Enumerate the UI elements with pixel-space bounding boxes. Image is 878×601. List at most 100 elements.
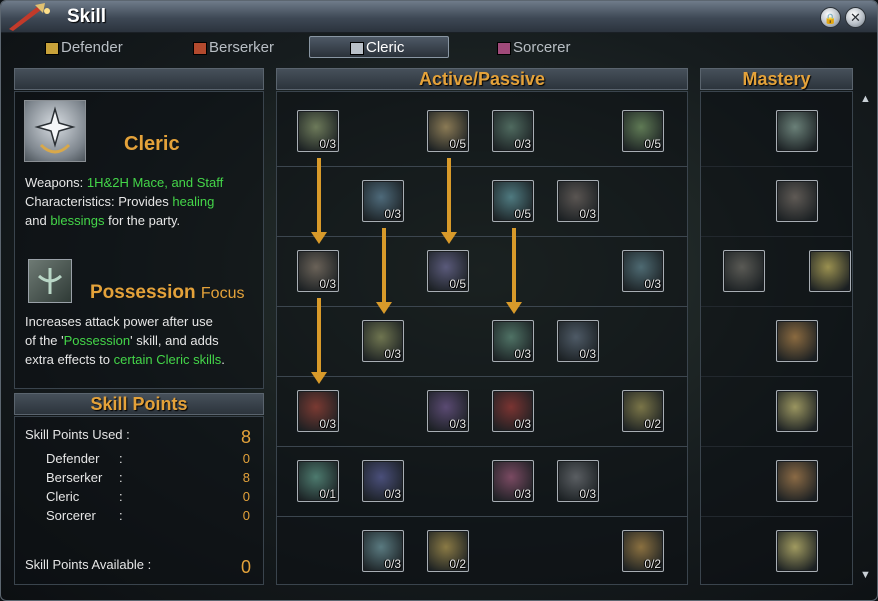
row-divider — [276, 166, 688, 167]
mastery-skill-slot[interactable] — [809, 250, 851, 292]
focus-line-1: Increases attack power after use — [25, 314, 213, 329]
and-text: and — [25, 213, 51, 228]
points-available-value: 0 — [240, 557, 251, 577]
skill-slot[interactable]: 0/3 — [557, 460, 599, 502]
weapons-value: 1H&2H Mace, and Staff — [86, 175, 224, 190]
focus-line-3-prefix: extra effects to — [25, 352, 114, 367]
prereq-arrow — [506, 228, 522, 314]
skill-slot[interactable]: 0/3 — [297, 390, 339, 432]
cleric-icon — [350, 42, 364, 55]
close-button[interactable]: ✕ — [845, 7, 866, 28]
tab-label: Sorcerer — [513, 39, 571, 56]
skill-slot[interactable]: 0/2 — [622, 390, 664, 432]
focus-title: Possession Focus — [90, 282, 244, 304]
points-available-label: Skill Points Available : — [25, 557, 152, 572]
skill-slot[interactable]: 0/3 — [362, 460, 404, 502]
row-divider — [276, 376, 688, 377]
skill-slot[interactable]: 0/2 — [622, 530, 664, 572]
sorcerer-points-sep: : — [119, 508, 123, 523]
skill-level-count: 0/5 — [449, 137, 466, 151]
defender-points-sep: : — [119, 451, 123, 466]
skill-level-count: 0/3 — [644, 277, 661, 291]
mastery-skill-slot[interactable] — [776, 390, 818, 432]
blessings-keyword: blessings — [50, 213, 105, 228]
mastery-skill-slot[interactable] — [776, 460, 818, 502]
skill-slot[interactable]: 0/5 — [427, 110, 469, 152]
lock-icon: 🔒 — [824, 14, 837, 25]
tab-cleric[interactable]: Cleric — [309, 36, 449, 58]
sorcerer-icon — [497, 42, 511, 55]
cleric-points-sep: : — [119, 489, 123, 504]
skill-level-count: 0/5 — [514, 207, 531, 221]
skill-level-count: 0/3 — [319, 417, 336, 431]
row-divider — [276, 446, 688, 447]
skill-slot[interactable]: 0/5 — [622, 110, 664, 152]
skill-slot[interactable]: 0/3 — [362, 180, 404, 222]
defender-points-value: 0 — [242, 451, 250, 466]
tab-label: Berserker — [209, 39, 275, 56]
skill-level-count: 0/3 — [319, 277, 336, 291]
skill-slot[interactable]: 0/3 — [492, 460, 534, 502]
mastery-skill-slot[interactable] — [723, 250, 765, 292]
skill-level-count: 0/5 — [449, 277, 466, 291]
skill-level-count: 0/3 — [514, 347, 531, 361]
title-bar[interactable]: Skill 🔒 ✕ — [1, 1, 877, 33]
lock-button[interactable]: 🔒 — [820, 7, 841, 28]
row-divider — [276, 236, 688, 237]
mastery-skill-slot[interactable] — [776, 530, 818, 572]
scroll-down-icon[interactable]: ▼ — [860, 569, 871, 581]
skill-slot[interactable]: 0/2 — [427, 530, 469, 572]
cleric-emblem-icon — [24, 100, 86, 162]
skill-level-count: 0/3 — [319, 137, 336, 151]
class-name: Cleric — [124, 133, 180, 155]
possession-focus-icon[interactable] — [28, 259, 72, 303]
points-used-label: Skill Points Used : — [25, 427, 130, 442]
skill-points-header: Skill Points — [14, 393, 264, 415]
mastery-header: Mastery — [700, 68, 853, 90]
skill-slot[interactable]: 0/3 — [362, 530, 404, 572]
close-icon: ✕ — [850, 10, 861, 25]
prereq-arrow — [311, 298, 327, 384]
skill-slot[interactable]: 0/5 — [492, 180, 534, 222]
prereq-arrow — [376, 228, 392, 314]
mastery-skill-slot[interactable] — [776, 180, 818, 222]
skill-slot[interactable]: 0/3 — [557, 180, 599, 222]
mastery-skill-slot[interactable] — [776, 320, 818, 362]
skill-slot[interactable]: 0/3 — [557, 320, 599, 362]
focus-description: Increases attack power after use of the … — [25, 312, 261, 369]
berserker-points-sep: : — [119, 470, 123, 485]
scroll-up-icon[interactable]: ▲ — [860, 93, 871, 105]
skill-level-count: 0/3 — [579, 207, 596, 221]
skill-slot[interactable]: 0/3 — [492, 110, 534, 152]
tab-defender[interactable]: Defender — [33, 37, 149, 59]
defender-icon — [45, 42, 59, 55]
skill-slot[interactable]: 0/1 — [297, 460, 339, 502]
skill-slot[interactable]: 0/3 — [492, 390, 534, 432]
skill-slot[interactable]: 0/3 — [622, 250, 664, 292]
skill-slot[interactable]: 0/3 — [297, 110, 339, 152]
points-used-value: 8 — [240, 427, 251, 447]
active-passive-header: Active/Passive — [276, 68, 688, 90]
skill-slot[interactable]: 0/3 — [492, 320, 534, 362]
skill-slot[interactable]: 0/5 — [427, 250, 469, 292]
prereq-arrow — [311, 158, 327, 244]
certain-skills-keyword: certain Cleric skills — [113, 352, 222, 367]
skill-level-count: 0/3 — [579, 347, 596, 361]
skill-level-count: 0/3 — [514, 487, 531, 501]
tab-berserker[interactable]: Berserker — [181, 37, 297, 59]
skill-level-count: 0/3 — [384, 487, 401, 501]
skill-level-count: 0/3 — [514, 417, 531, 431]
skill-slot[interactable]: 0/3 — [362, 320, 404, 362]
mastery-skill-slot[interactable] — [776, 110, 818, 152]
sorcerer-points-label: Sorcerer — [46, 508, 96, 523]
window-title: Skill — [67, 6, 107, 27]
cleric-points-value: 0 — [242, 489, 250, 504]
mastery-scrollbar[interactable]: ▲ ▼ — [858, 91, 873, 585]
tab-sorcerer[interactable]: Sorcerer — [485, 37, 605, 59]
skill-slot[interactable]: 0/3 — [297, 250, 339, 292]
for-party-text: for the party. — [104, 213, 181, 228]
tab-label: Defender — [61, 39, 123, 56]
tab-label: Cleric — [366, 39, 405, 56]
skill-level-count: 0/3 — [514, 137, 531, 151]
skill-slot[interactable]: 0/3 — [427, 390, 469, 432]
